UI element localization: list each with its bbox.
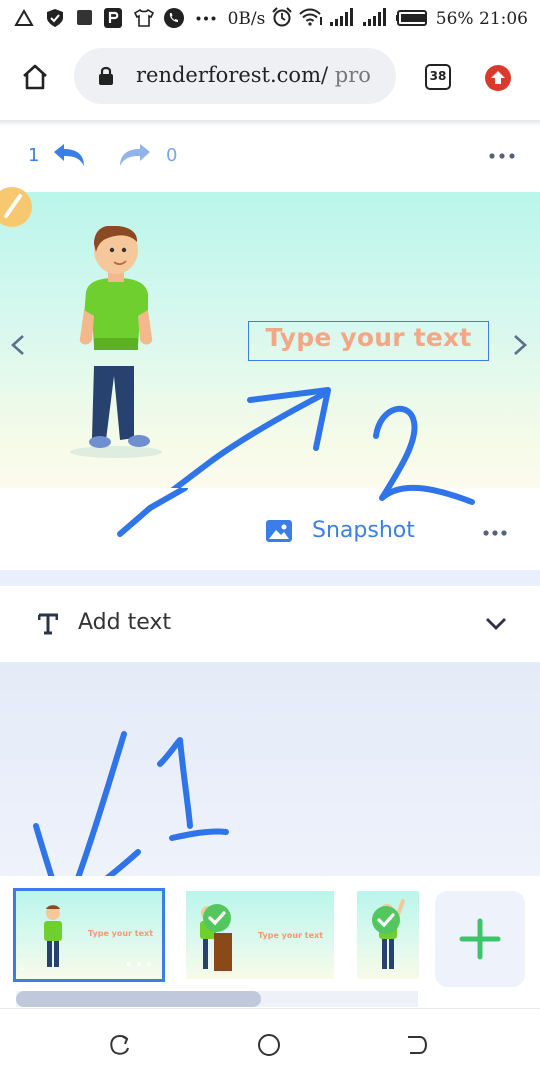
- warning-icon: [14, 9, 34, 26]
- more-dots-icon: [196, 16, 216, 21]
- filmstrip-scrollbar[interactable]: [16, 991, 418, 1007]
- slide-thumb-2[interactable]: Type your text: [186, 891, 334, 979]
- thumb-text-2: Type your text: [258, 931, 324, 940]
- text-t-icon: [38, 613, 58, 635]
- panel-separator: [0, 570, 540, 586]
- stop-icon: [77, 10, 92, 25]
- plus-icon: [459, 918, 501, 960]
- battery-percent: 56%: [435, 9, 474, 29]
- recents-icon[interactable]: [108, 1033, 132, 1057]
- redo-icon[interactable]: [118, 142, 152, 168]
- browser-shadow: [0, 120, 540, 126]
- slide-thumb-1[interactable]: Type your text 1: [13, 888, 165, 982]
- scrollbar-thumb[interactable]: [16, 991, 262, 1007]
- add-text-panel[interactable]: Add text: [0, 586, 540, 662]
- network-speed: 0B/s: [227, 9, 266, 29]
- thumb-more-icon[interactable]: [126, 961, 152, 967]
- add-text-label: Add text: [78, 610, 172, 635]
- thumb-index-1: 1: [19, 963, 25, 973]
- signal-icon: [329, 8, 353, 26]
- back-icon[interactable]: [406, 1033, 430, 1057]
- chevron-right-icon[interactable]: [512, 334, 528, 356]
- slides-filmstrip: Type your text 1 Type your text: [0, 876, 540, 1008]
- chevron-down-icon[interactable]: [484, 616, 508, 632]
- annotation-label-2: 2: [390, 420, 391, 421]
- wifi-icon: [299, 8, 323, 26]
- phone-icon: [164, 8, 184, 28]
- url-domain: renderforest.com/: [136, 63, 329, 87]
- signal-icon-2: [362, 8, 386, 26]
- annotation-number-2: [373, 405, 475, 505]
- add-slide-button[interactable]: [435, 891, 525, 987]
- home-circle-icon[interactable]: [257, 1033, 281, 1057]
- p-icon: [104, 8, 122, 28]
- thumb-character-1: [44, 905, 62, 967]
- shield-icon: [47, 9, 63, 27]
- clock: 21:06: [479, 9, 528, 29]
- status-right: 0B/s 56% 21:06: [228, 7, 528, 29]
- lock-icon: [99, 66, 113, 85]
- snapshot-button[interactable]: Snapshot: [312, 518, 415, 543]
- alarm-icon: [272, 7, 292, 27]
- undo-icon[interactable]: [52, 142, 86, 168]
- slide-thumb-3[interactable]: [357, 891, 419, 979]
- status-bar: 0B/s 56% 21:06: [0, 0, 540, 36]
- system-nav-bar: [0, 1008, 540, 1080]
- thumb-text-1: Type your text: [88, 929, 154, 938]
- url-bar[interactable]: renderforest.com/ pro: [74, 48, 396, 104]
- browser-bar: renderforest.com/ pro 38: [0, 36, 540, 120]
- check-icon-2: [372, 906, 400, 934]
- redo-count: 0: [166, 145, 178, 166]
- more-options-icon[interactable]: [488, 152, 516, 160]
- home-icon[interactable]: [20, 62, 50, 92]
- tabs-button[interactable]: 38: [425, 64, 451, 90]
- url-path: pro: [328, 63, 371, 87]
- image-icon[interactable]: [266, 520, 292, 542]
- check-icon: [203, 904, 231, 932]
- undo-count: 1: [28, 145, 40, 166]
- upload-icon[interactable]: [484, 64, 512, 92]
- snapshot-more-icon[interactable]: [482, 529, 508, 537]
- battery-icon: [396, 10, 428, 26]
- brush-icon[interactable]: [0, 186, 34, 228]
- chevron-left-icon[interactable]: [10, 334, 26, 356]
- url-text: renderforest.com/ pro: [136, 63, 392, 87]
- tshirt-icon: [134, 9, 154, 27]
